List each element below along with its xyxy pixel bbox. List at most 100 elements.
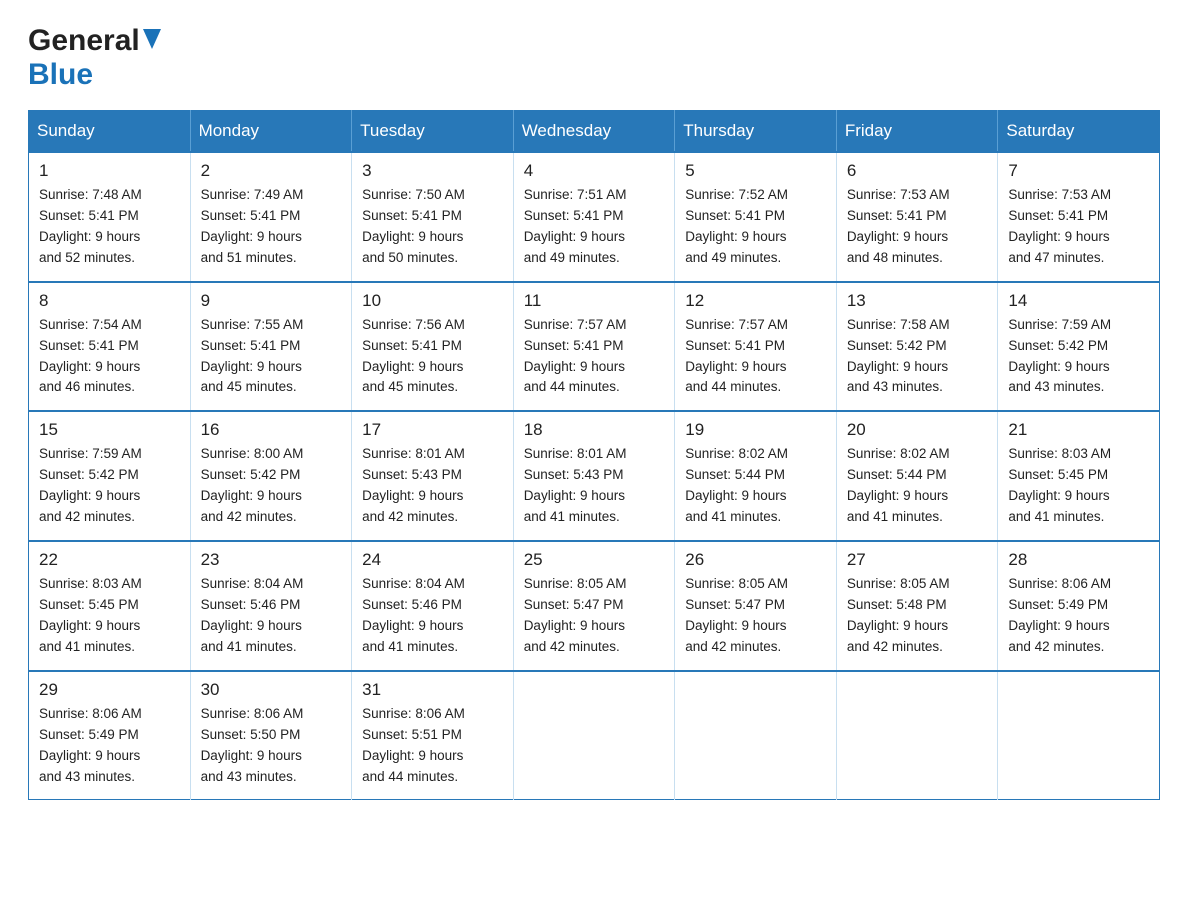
day-info: Sunrise: 7:57 AMSunset: 5:41 PMDaylight:… <box>524 315 665 399</box>
day-cell: 6 Sunrise: 7:53 AMSunset: 5:41 PMDayligh… <box>836 152 998 282</box>
weekday-row: SundayMondayTuesdayWednesdayThursdayFrid… <box>29 111 1160 153</box>
day-info: Sunrise: 7:59 AMSunset: 5:42 PMDaylight:… <box>39 444 180 528</box>
day-cell: 16 Sunrise: 8:00 AMSunset: 5:42 PMDaylig… <box>190 411 352 541</box>
day-cell: 8 Sunrise: 7:54 AMSunset: 5:41 PMDayligh… <box>29 282 191 412</box>
day-info: Sunrise: 8:00 AMSunset: 5:42 PMDaylight:… <box>201 444 342 528</box>
week-row-2: 8 Sunrise: 7:54 AMSunset: 5:41 PMDayligh… <box>29 282 1160 412</box>
week-row-3: 15 Sunrise: 7:59 AMSunset: 5:42 PMDaylig… <box>29 411 1160 541</box>
day-number: 19 <box>685 420 826 440</box>
day-info: Sunrise: 8:02 AMSunset: 5:44 PMDaylight:… <box>847 444 988 528</box>
page-header: General Blue <box>28 24 1160 92</box>
day-cell: 12 Sunrise: 7:57 AMSunset: 5:41 PMDaylig… <box>675 282 837 412</box>
day-info: Sunrise: 7:53 AMSunset: 5:41 PMDaylight:… <box>1008 185 1149 269</box>
day-number: 27 <box>847 550 988 570</box>
day-number: 20 <box>847 420 988 440</box>
day-cell: 11 Sunrise: 7:57 AMSunset: 5:41 PMDaylig… <box>513 282 675 412</box>
day-cell: 2 Sunrise: 7:49 AMSunset: 5:41 PMDayligh… <box>190 152 352 282</box>
day-cell: 25 Sunrise: 8:05 AMSunset: 5:47 PMDaylig… <box>513 541 675 671</box>
day-number: 17 <box>362 420 503 440</box>
week-row-5: 29 Sunrise: 8:06 AMSunset: 5:49 PMDaylig… <box>29 671 1160 800</box>
day-cell: 20 Sunrise: 8:02 AMSunset: 5:44 PMDaylig… <box>836 411 998 541</box>
day-number: 5 <box>685 161 826 181</box>
day-number: 1 <box>39 161 180 181</box>
day-cell: 10 Sunrise: 7:56 AMSunset: 5:41 PMDaylig… <box>352 282 514 412</box>
day-cell: 3 Sunrise: 7:50 AMSunset: 5:41 PMDayligh… <box>352 152 514 282</box>
day-number: 31 <box>362 680 503 700</box>
day-info: Sunrise: 7:49 AMSunset: 5:41 PMDaylight:… <box>201 185 342 269</box>
day-info: Sunrise: 8:04 AMSunset: 5:46 PMDaylight:… <box>362 574 503 658</box>
day-info: Sunrise: 7:57 AMSunset: 5:41 PMDaylight:… <box>685 315 826 399</box>
day-cell: 17 Sunrise: 8:01 AMSunset: 5:43 PMDaylig… <box>352 411 514 541</box>
day-number: 30 <box>201 680 342 700</box>
day-number: 2 <box>201 161 342 181</box>
day-info: Sunrise: 8:03 AMSunset: 5:45 PMDaylight:… <box>39 574 180 658</box>
weekday-header-saturday: Saturday <box>998 111 1160 153</box>
day-info: Sunrise: 7:51 AMSunset: 5:41 PMDaylight:… <box>524 185 665 269</box>
day-info: Sunrise: 8:06 AMSunset: 5:49 PMDaylight:… <box>39 704 180 788</box>
calendar-header: SundayMondayTuesdayWednesdayThursdayFrid… <box>29 111 1160 153</box>
day-cell: 7 Sunrise: 7:53 AMSunset: 5:41 PMDayligh… <box>998 152 1160 282</box>
day-cell: 13 Sunrise: 7:58 AMSunset: 5:42 PMDaylig… <box>836 282 998 412</box>
day-number: 21 <box>1008 420 1149 440</box>
day-info: Sunrise: 7:56 AMSunset: 5:41 PMDaylight:… <box>362 315 503 399</box>
day-number: 7 <box>1008 161 1149 181</box>
week-row-1: 1 Sunrise: 7:48 AMSunset: 5:41 PMDayligh… <box>29 152 1160 282</box>
weekday-header-thursday: Thursday <box>675 111 837 153</box>
day-info: Sunrise: 8:05 AMSunset: 5:47 PMDaylight:… <box>685 574 826 658</box>
day-info: Sunrise: 7:48 AMSunset: 5:41 PMDaylight:… <box>39 185 180 269</box>
day-number: 15 <box>39 420 180 440</box>
day-info: Sunrise: 8:04 AMSunset: 5:46 PMDaylight:… <box>201 574 342 658</box>
day-number: 6 <box>847 161 988 181</box>
day-number: 14 <box>1008 291 1149 311</box>
weekday-header-wednesday: Wednesday <box>513 111 675 153</box>
day-info: Sunrise: 8:06 AMSunset: 5:51 PMDaylight:… <box>362 704 503 788</box>
day-cell <box>836 671 998 800</box>
day-info: Sunrise: 8:01 AMSunset: 5:43 PMDaylight:… <box>524 444 665 528</box>
weekday-header-tuesday: Tuesday <box>352 111 514 153</box>
day-info: Sunrise: 8:06 AMSunset: 5:50 PMDaylight:… <box>201 704 342 788</box>
day-info: Sunrise: 7:53 AMSunset: 5:41 PMDaylight:… <box>847 185 988 269</box>
logo-general-text: General <box>28 24 140 58</box>
day-cell: 21 Sunrise: 8:03 AMSunset: 5:45 PMDaylig… <box>998 411 1160 541</box>
day-cell: 22 Sunrise: 8:03 AMSunset: 5:45 PMDaylig… <box>29 541 191 671</box>
weekday-header-sunday: Sunday <box>29 111 191 153</box>
day-number: 8 <box>39 291 180 311</box>
day-number: 9 <box>201 291 342 311</box>
day-number: 18 <box>524 420 665 440</box>
day-cell: 24 Sunrise: 8:04 AMSunset: 5:46 PMDaylig… <box>352 541 514 671</box>
day-info: Sunrise: 7:50 AMSunset: 5:41 PMDaylight:… <box>362 185 503 269</box>
day-info: Sunrise: 8:03 AMSunset: 5:45 PMDaylight:… <box>1008 444 1149 528</box>
calendar-body: 1 Sunrise: 7:48 AMSunset: 5:41 PMDayligh… <box>29 152 1160 800</box>
day-info: Sunrise: 7:58 AMSunset: 5:42 PMDaylight:… <box>847 315 988 399</box>
day-number: 3 <box>362 161 503 181</box>
day-info: Sunrise: 8:05 AMSunset: 5:47 PMDaylight:… <box>524 574 665 658</box>
day-info: Sunrise: 8:02 AMSunset: 5:44 PMDaylight:… <box>685 444 826 528</box>
day-cell: 31 Sunrise: 8:06 AMSunset: 5:51 PMDaylig… <box>352 671 514 800</box>
day-cell: 27 Sunrise: 8:05 AMSunset: 5:48 PMDaylig… <box>836 541 998 671</box>
day-number: 24 <box>362 550 503 570</box>
day-cell: 1 Sunrise: 7:48 AMSunset: 5:41 PMDayligh… <box>29 152 191 282</box>
day-cell: 18 Sunrise: 8:01 AMSunset: 5:43 PMDaylig… <box>513 411 675 541</box>
logo-arrow-icon <box>143 29 161 54</box>
day-cell: 29 Sunrise: 8:06 AMSunset: 5:49 PMDaylig… <box>29 671 191 800</box>
day-number: 10 <box>362 291 503 311</box>
day-cell: 14 Sunrise: 7:59 AMSunset: 5:42 PMDaylig… <box>998 282 1160 412</box>
weekday-header-monday: Monday <box>190 111 352 153</box>
day-info: Sunrise: 7:54 AMSunset: 5:41 PMDaylight:… <box>39 315 180 399</box>
day-number: 22 <box>39 550 180 570</box>
day-info: Sunrise: 8:05 AMSunset: 5:48 PMDaylight:… <box>847 574 988 658</box>
day-number: 13 <box>847 291 988 311</box>
day-info: Sunrise: 8:06 AMSunset: 5:49 PMDaylight:… <box>1008 574 1149 658</box>
day-number: 28 <box>1008 550 1149 570</box>
day-cell: 5 Sunrise: 7:52 AMSunset: 5:41 PMDayligh… <box>675 152 837 282</box>
day-cell: 4 Sunrise: 7:51 AMSunset: 5:41 PMDayligh… <box>513 152 675 282</box>
weekday-header-friday: Friday <box>836 111 998 153</box>
day-cell: 30 Sunrise: 8:06 AMSunset: 5:50 PMDaylig… <box>190 671 352 800</box>
day-info: Sunrise: 8:01 AMSunset: 5:43 PMDaylight:… <box>362 444 503 528</box>
day-cell: 15 Sunrise: 7:59 AMSunset: 5:42 PMDaylig… <box>29 411 191 541</box>
day-number: 25 <box>524 550 665 570</box>
day-info: Sunrise: 7:55 AMSunset: 5:41 PMDaylight:… <box>201 315 342 399</box>
logo-blue-text: Blue <box>28 58 93 91</box>
day-cell: 26 Sunrise: 8:05 AMSunset: 5:47 PMDaylig… <box>675 541 837 671</box>
day-cell: 28 Sunrise: 8:06 AMSunset: 5:49 PMDaylig… <box>998 541 1160 671</box>
